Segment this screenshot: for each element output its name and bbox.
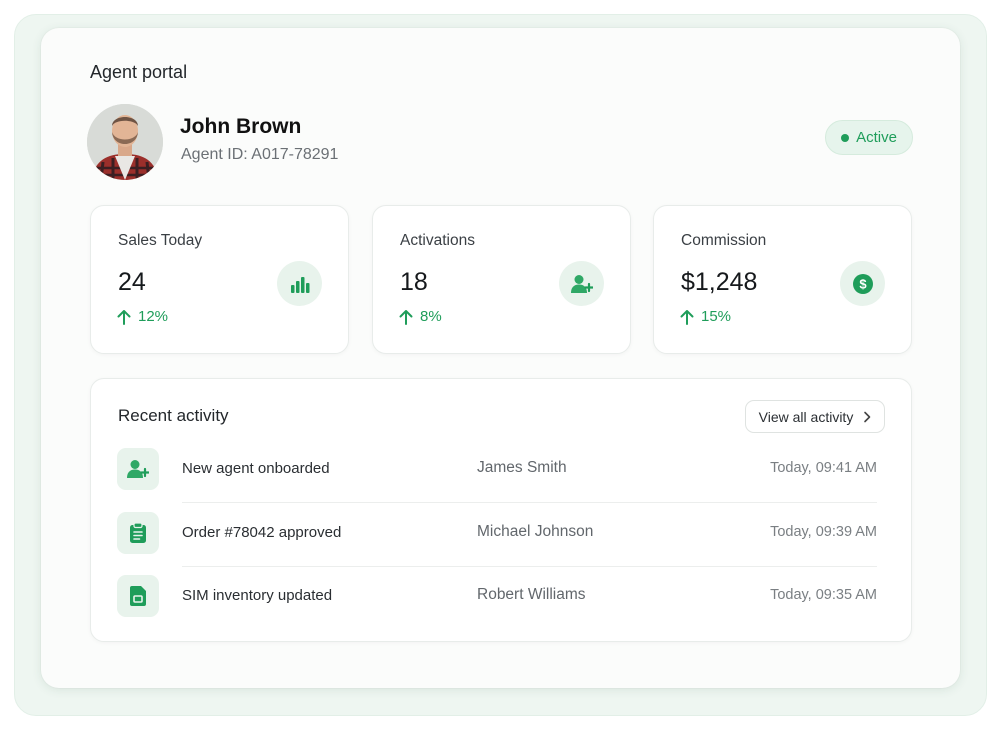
activity-person: Michael Johnson (477, 523, 594, 540)
activity-time: Today, 09:41 AM (770, 460, 877, 476)
stat-change: 8% (399, 308, 442, 325)
stat-change-value: 8% (420, 308, 442, 325)
arrow-up-icon (680, 309, 694, 325)
activity-row[interactable]: SIM inventory updated Robert Williams To… (117, 575, 877, 619)
recent-activity-panel: Recent activity View all activity New ag… (90, 378, 912, 642)
stat-label: Commission (681, 232, 767, 249)
chevron-right-icon (864, 411, 871, 422)
sim-card-icon (117, 575, 159, 617)
activity-event: SIM inventory updated (182, 587, 333, 604)
activity-person: Robert Williams (477, 586, 586, 603)
stat-change-value: 15% (701, 308, 732, 325)
user-plus-icon (559, 261, 604, 306)
stat-label: Sales Today (118, 232, 203, 249)
activity-time: Today, 09:35 AM (770, 587, 877, 603)
agent-id: Agent ID: A017-78291 (181, 146, 339, 163)
avatar[interactable] (87, 104, 163, 180)
stat-value: $1,248 (681, 268, 758, 296)
activity-time: Today, 09:39 AM (770, 524, 877, 540)
stat-value: 24 (118, 268, 146, 296)
activity-title: Recent activity (118, 406, 229, 425)
status-dot-icon (841, 133, 850, 142)
stat-card-commission[interactable]: Commission $1,248 15% $ (653, 205, 912, 354)
activity-row[interactable]: New agent onboarded James Smith Today, 0… (117, 448, 877, 492)
activity-event: Order #78042 approved (182, 524, 342, 541)
user-plus-icon (117, 448, 159, 490)
stat-card-sales[interactable]: Sales Today 24 12% (90, 205, 349, 354)
stat-change: 12% (117, 308, 168, 325)
agent-name: John Brown (180, 115, 302, 138)
view-all-activity-button[interactable]: View all activity (745, 400, 885, 433)
divider (182, 566, 877, 567)
arrow-up-icon (117, 309, 131, 325)
view-all-label: View all activity (758, 408, 854, 425)
activity-row[interactable]: Order #78042 approved Michael Johnson To… (117, 512, 877, 556)
stat-card-activations[interactable]: Activations 18 8% (372, 205, 631, 354)
stat-label: Activations (400, 232, 475, 249)
svg-text:$: $ (859, 276, 867, 291)
stat-change: 15% (680, 308, 731, 325)
status-badge: Active (825, 120, 913, 155)
bar-chart-icon (277, 261, 322, 306)
divider (182, 502, 877, 503)
activity-event: New agent onboarded (182, 460, 330, 477)
stat-change-value: 12% (138, 308, 169, 325)
arrow-up-icon (399, 309, 413, 325)
dollar-icon: $ (840, 261, 885, 306)
activity-person: James Smith (477, 459, 567, 476)
stat-value: 18 (400, 268, 428, 296)
portal-title: Agent portal (90, 62, 188, 82)
status-label: Active (856, 129, 897, 146)
clipboard-icon (117, 512, 159, 554)
